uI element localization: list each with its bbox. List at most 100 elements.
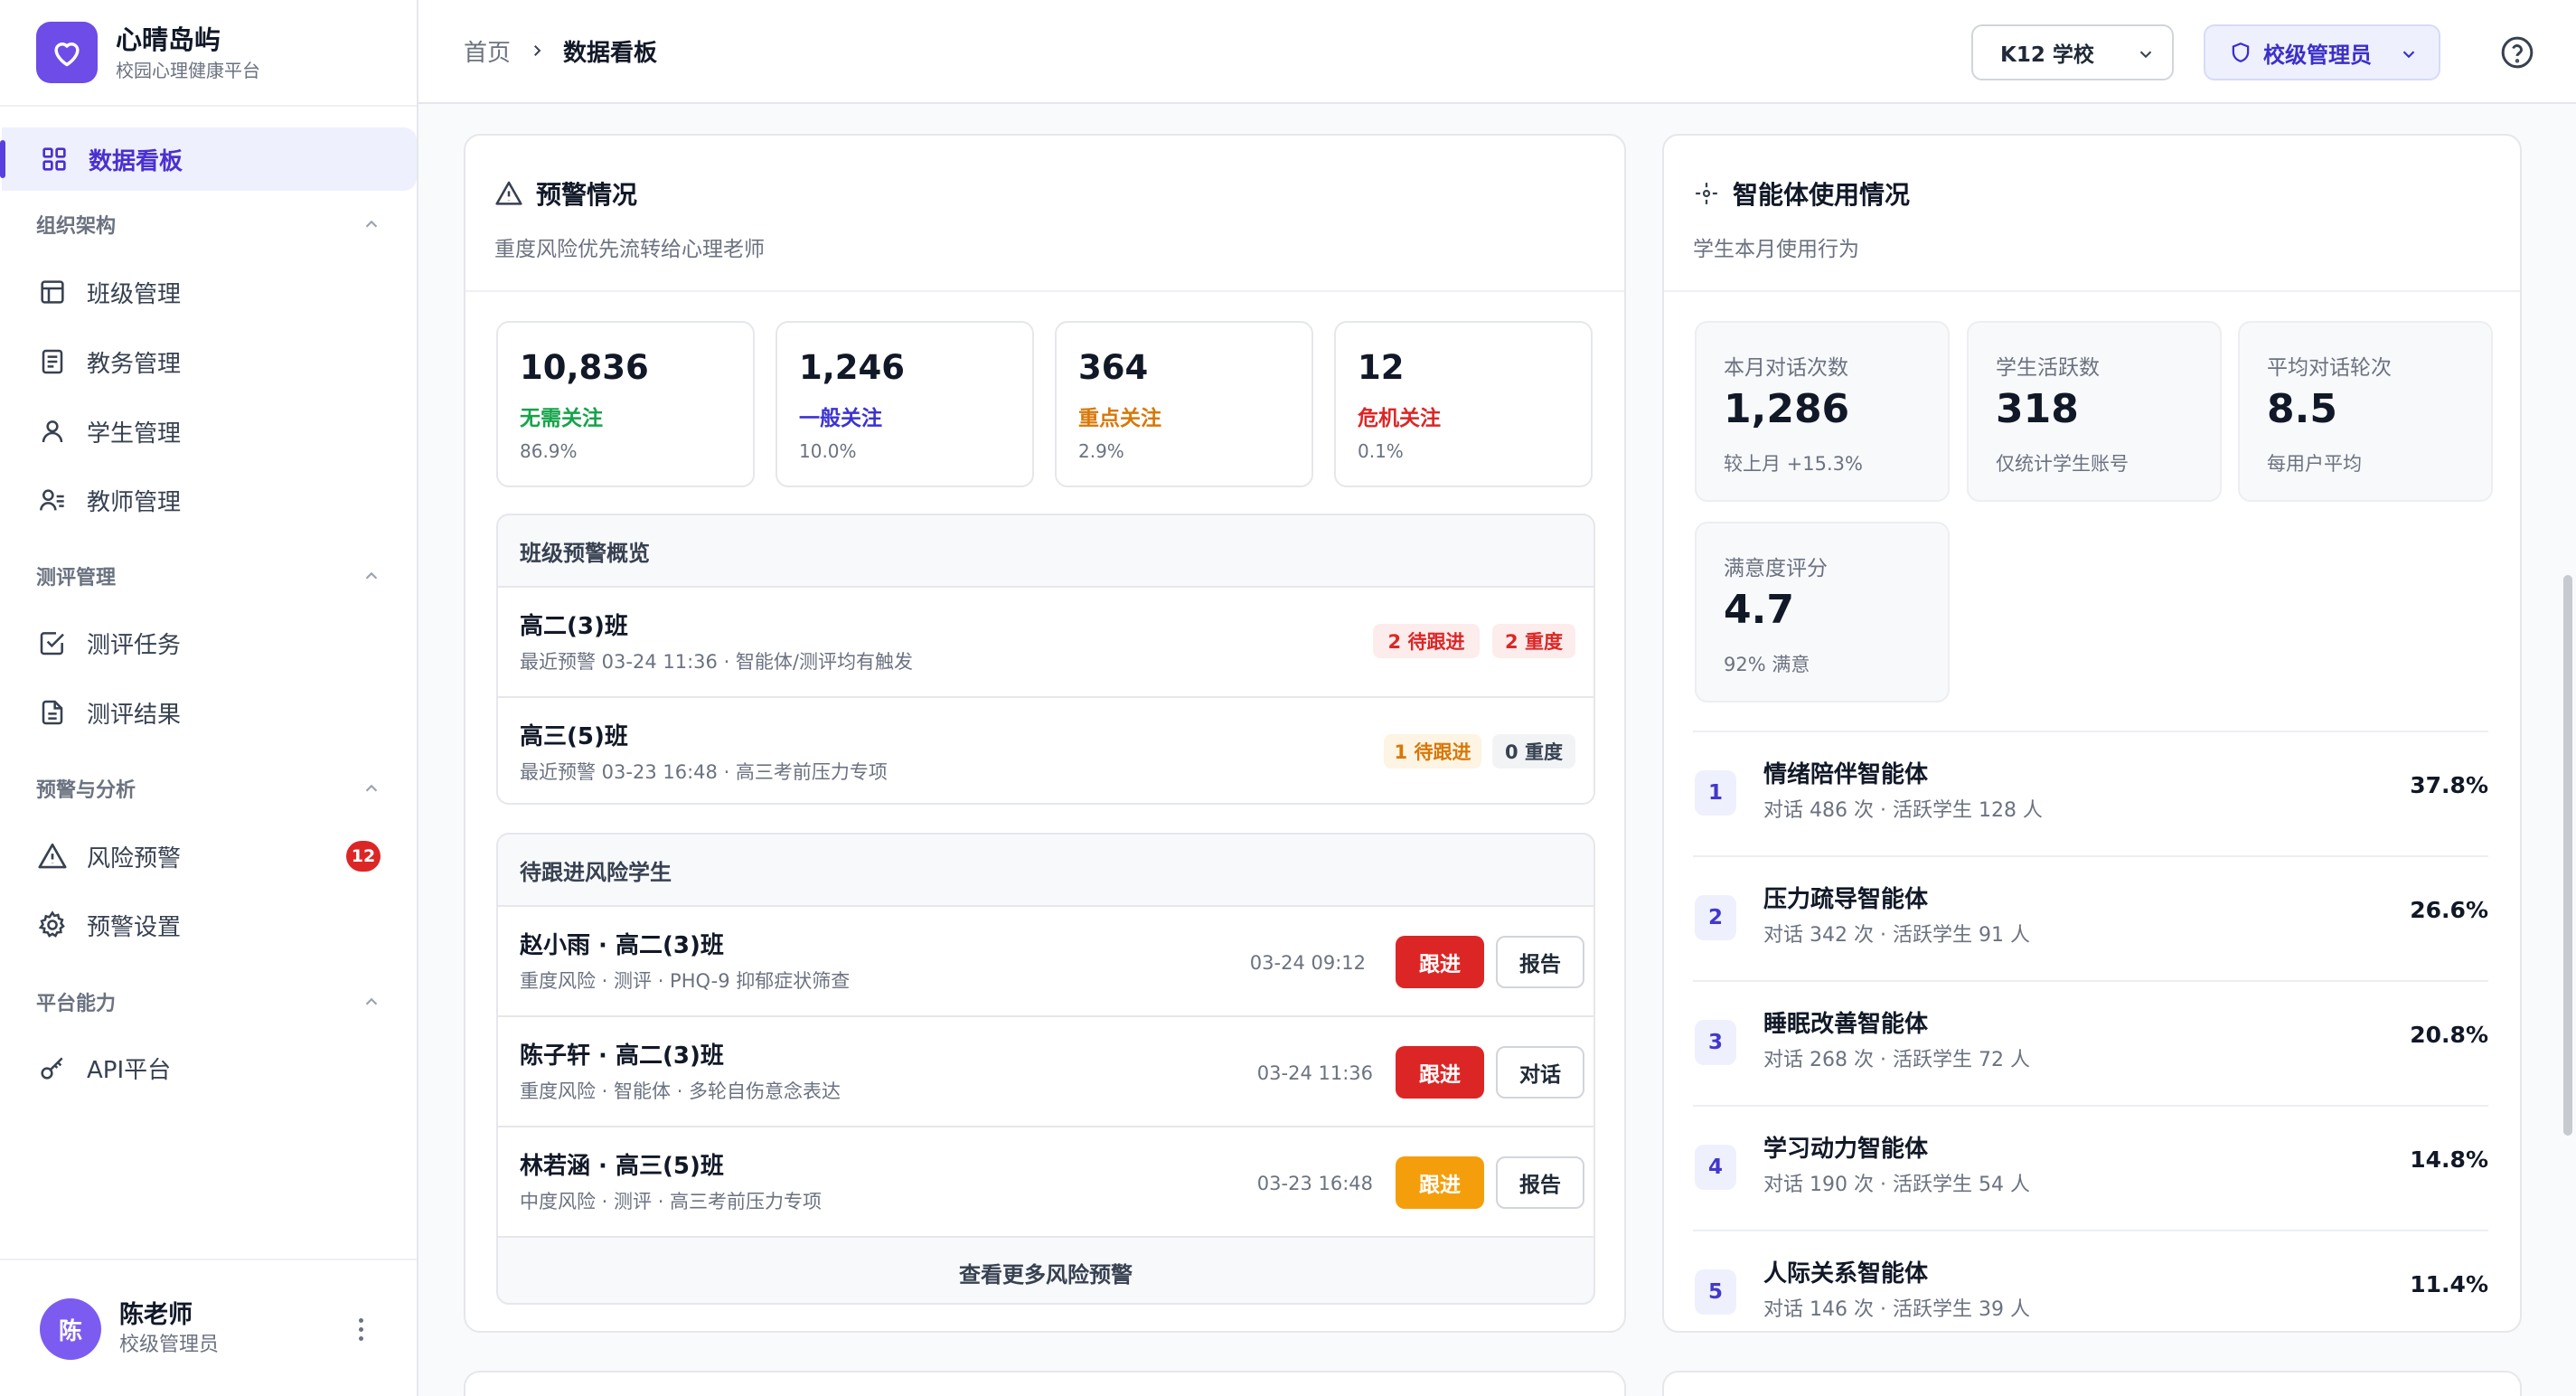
- chevron-right-icon: [529, 38, 545, 65]
- agent-rank: 1: [1695, 770, 1736, 816]
- agent-stats: 对话 342 次 · 活跃学生 91 人: [1763, 924, 2030, 947]
- sidebar-item-class-management[interactable]: 班级管理: [0, 260, 417, 324]
- sidebar-item-student-management[interactable]: 学生管理: [0, 400, 417, 463]
- metric-monthly-conversations: 本月对话次数 1,286 较上月 +15.3%: [1695, 321, 1950, 502]
- chevron-up-icon: [365, 997, 378, 1005]
- stat-percent: 2.9%: [1078, 440, 1124, 462]
- risk-student-row: 陈子轩 · 高二(3)班 重度风险 · 智能体 · 多轮自伤意念表达 03-24…: [498, 1015, 1594, 1126]
- sidebar-item-dashboard[interactable]: 数据看板: [0, 127, 417, 191]
- stat-key-concern[interactable]: 364 重点关注 2.9%: [1055, 321, 1313, 487]
- card-title: 预警情况: [494, 175, 637, 212]
- view-more-warnings-link[interactable]: 查看更多风险预警: [498, 1236, 1594, 1303]
- class-detail: 最近预警 03-24 11:36 · 智能体/测评均有触发: [520, 651, 913, 673]
- class-row[interactable]: 高二(3)班 最近预警 03-24 11:36 · 智能体/测评均有触发 2 待…: [498, 586, 1594, 696]
- brand[interactable]: 心晴岛屿 校园心理健康平台: [36, 22, 260, 83]
- sidebar-item-label: 教务管理: [87, 350, 182, 378]
- sidebar-item-teacher-management[interactable]: 教师管理: [0, 468, 417, 532]
- more-vertical-icon[interactable]: [347, 1311, 374, 1347]
- agent-name: 学习动力智能体: [1763, 1136, 1929, 1163]
- warning-count-badge: 12: [346, 841, 381, 872]
- metric-label: 平均对话轮次: [2267, 356, 2392, 380]
- main-content: 预警情况 重度风险优先流转给心理老师 10,836 无需关注 86.9% 1,2…: [418, 104, 2576, 1396]
- group-label: 测评管理: [36, 567, 117, 590]
- checkbox-icon: [36, 627, 69, 659]
- sidebar-item-risk-warning[interactable]: 风险预警 12: [0, 825, 417, 888]
- follow-up-button[interactable]: 跟进: [1396, 1046, 1484, 1099]
- group-label: 组织架构: [36, 215, 117, 238]
- agent-row[interactable]: 5 人际关系智能体 对话 146 次 · 活跃学生 39 人 11.4%: [1693, 1230, 2488, 1329]
- severe-tag: 0 重度: [1492, 734, 1575, 769]
- stat-label: 危机关注: [1358, 407, 1441, 430]
- agent-rank: 5: [1695, 1269, 1736, 1315]
- student-risk-detail: 重度风险 · 测评 · PHQ-9 抑郁症状筛查: [520, 970, 851, 992]
- report-button[interactable]: 报告: [1496, 1156, 1584, 1209]
- student-risk-detail: 重度风险 · 智能体 · 多轮自伤意念表达: [520, 1080, 841, 1102]
- user-name: 陈老师: [119, 1301, 193, 1329]
- page-scrollbar[interactable]: [2563, 575, 2572, 1136]
- metric-note: 较上月 +15.3%: [1724, 453, 1863, 475]
- agent-usage-card: 智能体使用情况 学生本月使用行为 本月对话次数 1,286 较上月 +15.3%…: [1662, 134, 2522, 1333]
- stat-no-concern[interactable]: 10,836 无需关注 86.9%: [496, 321, 755, 487]
- agent-name: 压力疏导智能体: [1763, 886, 1929, 913]
- document-list-icon: [36, 345, 69, 378]
- panel-title: 班级预警概览: [520, 540, 650, 566]
- nav-group-platform[interactable]: 平台能力: [36, 984, 381, 1020]
- pending-risk-students: 待跟进风险学生 赵小雨 · 高二(3)班 重度风险 · 测评 · PHQ-9 抑…: [496, 833, 1595, 1305]
- report-button[interactable]: 报告: [1496, 936, 1584, 988]
- conversation-button[interactable]: 对话: [1496, 1046, 1584, 1099]
- stat-label: 一般关注: [799, 407, 882, 430]
- stat-general-concern[interactable]: 1,246 一般关注 10.0%: [776, 321, 1034, 487]
- metric-note: 92% 满意: [1724, 654, 1810, 675]
- class-detail: 最近预警 03-23 16:48 · 高三考前压力专项: [520, 761, 888, 783]
- metric-label: 满意度评分: [1724, 557, 1828, 580]
- follow-up-button[interactable]: 跟进: [1396, 1156, 1484, 1209]
- metric-label: 学生活跃数: [1996, 356, 2100, 380]
- sidebar-item-assessment-results[interactable]: 测评结果: [0, 681, 417, 744]
- sidebar-item-api-platform[interactable]: API平台: [0, 1036, 417, 1099]
- agent-stats: 对话 486 次 · 活跃学生 128 人: [1763, 799, 2043, 822]
- breadcrumb-home-link[interactable]: 首页: [464, 34, 511, 68]
- warning-time: 03-24 09:12: [1249, 952, 1366, 974]
- sidebar-item-label: 预警设置: [87, 913, 182, 941]
- nav-group-assessment[interactable]: 测评管理: [36, 558, 381, 594]
- chevron-up-icon: [365, 220, 378, 228]
- divider: [0, 105, 417, 107]
- agent-rank: 3: [1695, 1020, 1736, 1065]
- stat-value: 1,246: [799, 348, 906, 387]
- role-switch-button[interactable]: 校级管理员: [2204, 24, 2440, 80]
- card-subtitle: 重度风险优先流转给心理老师: [494, 238, 765, 261]
- user-profile[interactable]: 陈 陈老师 校级管理员: [40, 1298, 219, 1360]
- card-title-text: 预警情况: [536, 180, 638, 210]
- warning-triangle-icon: [495, 181, 522, 205]
- sidebar-item-assessment-tasks[interactable]: 测评任务: [0, 611, 417, 674]
- stat-crisis-concern[interactable]: 12 危机关注 0.1%: [1334, 321, 1593, 487]
- nav-group-org[interactable]: 组织架构: [36, 206, 381, 242]
- card-title-text: 智能体使用情况: [1733, 180, 1911, 210]
- sidebar-item-label: 风险预警: [87, 844, 182, 872]
- agent-row[interactable]: 2 压力疏导智能体 对话 342 次 · 活跃学生 91 人 26.6%: [1693, 855, 2488, 980]
- sidebar-item-academic-management[interactable]: 教务管理: [0, 330, 417, 393]
- metric-value: 4.7: [1724, 587, 1794, 633]
- sidebar-item-warning-settings[interactable]: 预警设置: [0, 893, 417, 957]
- sidebar-item-label: 测评任务: [87, 631, 182, 659]
- agent-row[interactable]: 4 学习动力智能体 对话 190 次 · 活跃学生 54 人 14.8%: [1693, 1105, 2488, 1230]
- chevron-up-icon: [365, 571, 378, 580]
- agent-row[interactable]: 3 睡眠改善智能体 对话 268 次 · 活跃学生 72 人 20.8%: [1693, 980, 2488, 1105]
- chevron-up-icon: [365, 784, 378, 792]
- sidebar-item-label: 教师管理: [87, 488, 182, 516]
- class-name: 高三(5)班: [520, 723, 628, 750]
- agent-row[interactable]: 1 情绪陪伴智能体 对话 486 次 · 活跃学生 128 人 37.8%: [1693, 731, 2488, 855]
- stat-percent: 86.9%: [520, 440, 578, 462]
- school-select[interactable]: K12 学校: [1971, 24, 2174, 80]
- file-text-icon: [36, 696, 69, 729]
- divider: [465, 290, 1624, 292]
- crosshair-icon: [1696, 183, 1717, 204]
- agent-name: 人际关系智能体: [1763, 1260, 1929, 1288]
- follow-up-button[interactable]: 跟进: [1396, 936, 1484, 988]
- risk-student-row: 林若涵 · 高三(5)班 中度风险 · 测评 · 高三考前压力专项 03-23 …: [498, 1126, 1594, 1236]
- avatar: 陈: [40, 1298, 101, 1360]
- help-icon[interactable]: [2499, 34, 2535, 71]
- class-row[interactable]: 高三(5)班 最近预警 03-23 16:48 · 高三考前压力专项 1 待跟进…: [498, 696, 1594, 803]
- nav-group-warning-analysis[interactable]: 预警与分析: [36, 770, 381, 806]
- next-card-left: [464, 1371, 1626, 1396]
